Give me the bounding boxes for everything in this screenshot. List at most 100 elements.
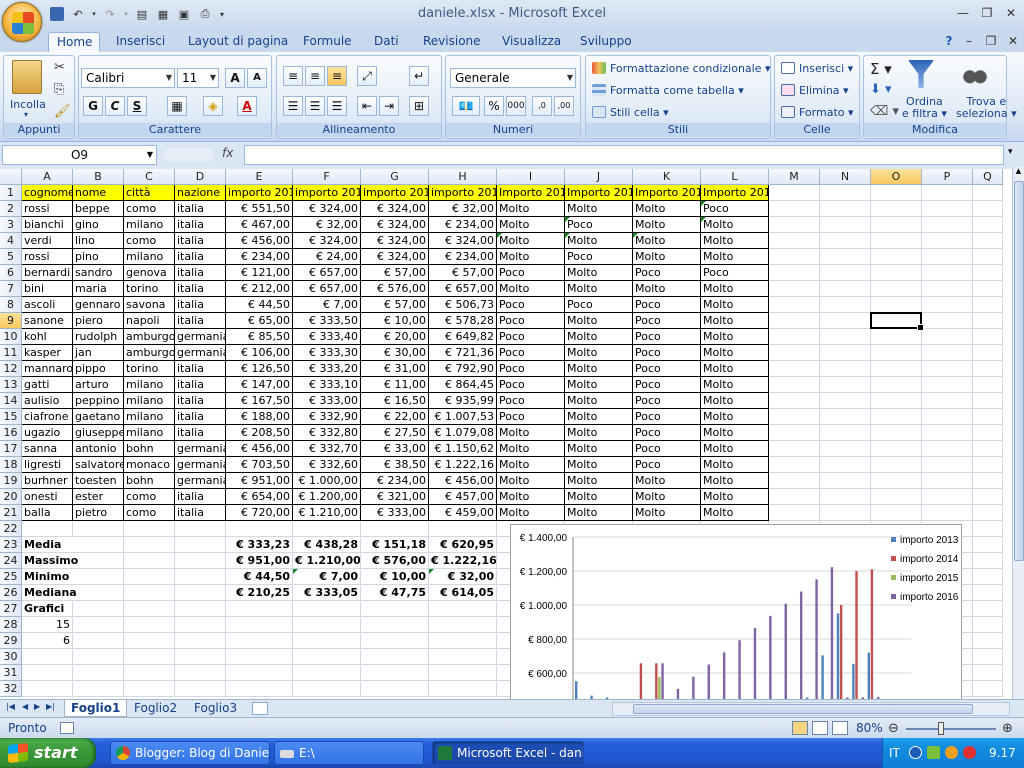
- row-header-31[interactable]: 31: [0, 665, 22, 681]
- task-blogger[interactable]: Blogger: Blog di Danie...: [110, 741, 270, 765]
- cell[interactable]: sanone: [22, 313, 73, 329]
- empty-cell[interactable]: [922, 217, 973, 233]
- row-header-21[interactable]: 21: [0, 505, 22, 521]
- cell[interactable]: Molto: [701, 489, 769, 505]
- conditional-format-button[interactable]: Formattazione condizionale ▾: [610, 62, 771, 75]
- cell[interactable]: kohl: [22, 329, 73, 345]
- cell[interactable]: € 1.007,53: [429, 409, 497, 425]
- cell[interactable]: pino: [73, 249, 124, 265]
- italic-button[interactable]: C: [105, 96, 125, 116]
- column-header-m[interactable]: M: [769, 169, 820, 185]
- zoom-slider[interactable]: [906, 728, 996, 730]
- cell[interactable]: antonio: [73, 441, 124, 457]
- cell[interactable]: Molto: [565, 313, 633, 329]
- empty-cell[interactable]: [922, 185, 973, 201]
- cell[interactable]: € 1.210,00: [293, 553, 361, 569]
- cell[interactable]: Molto: [633, 489, 701, 505]
- cell[interactable]: savona: [124, 297, 175, 313]
- empty-cell[interactable]: [973, 425, 1003, 441]
- cell[interactable]: € 121,00: [226, 265, 293, 281]
- cell[interactable]: € 30,00: [361, 345, 429, 361]
- cell[interactable]: € 324,00: [361, 233, 429, 249]
- spreadsheet-grid[interactable]: A B C D E F G H I J K L M N O P Q 1 2 3 4 5 6 7 8 9 10 11 12 13 14 15 16…: [0, 169, 1012, 699]
- empty-cell[interactable]: [922, 505, 973, 521]
- cell[interactable]: maria: [73, 281, 124, 297]
- empty-cell[interactable]: [226, 521, 293, 537]
- cell[interactable]: € 324,00: [293, 201, 361, 217]
- empty-cell[interactable]: [769, 265, 820, 281]
- cell[interactable]: € 649,82: [429, 329, 497, 345]
- empty-cell[interactable]: [820, 505, 871, 521]
- cell[interactable]: € 57,00: [361, 265, 429, 281]
- borders-icon[interactable]: ▦: [167, 96, 187, 116]
- align-center-icon[interactable]: ☰: [305, 96, 325, 116]
- empty-cell[interactable]: [429, 617, 497, 633]
- empty-cell[interactable]: [429, 665, 497, 681]
- cell[interactable]: Poco: [633, 329, 701, 345]
- cell[interactable]: € 1.210,00: [293, 505, 361, 521]
- cell[interactable]: gino: [73, 217, 124, 233]
- cell[interactable]: Molto: [497, 201, 565, 217]
- row-header-9[interactable]: 9: [0, 313, 22, 329]
- cell[interactable]: Molto: [497, 505, 565, 521]
- cell[interactable]: € 576,00: [361, 553, 429, 569]
- row-header-7[interactable]: 7: [0, 281, 22, 297]
- row-header-8[interactable]: 8: [0, 297, 22, 313]
- cell[interactable]: Poco: [497, 393, 565, 409]
- cell[interactable]: italia: [175, 249, 226, 265]
- shield-tray-icon[interactable]: [945, 746, 958, 759]
- cell[interactable]: milano: [124, 217, 175, 233]
- align-right-icon[interactable]: ☰: [327, 96, 347, 116]
- font-size-box[interactable]: 11 ▼: [177, 68, 219, 88]
- cell[interactable]: gennaro: [73, 297, 124, 313]
- empty-cell[interactable]: [922, 249, 973, 265]
- empty-cell[interactable]: [871, 249, 922, 265]
- cell[interactable]: € 578,28: [429, 313, 497, 329]
- cell[interactable]: Importo 2013: [497, 185, 565, 201]
- cell[interactable]: € 333,00: [361, 505, 429, 521]
- cell[interactable]: Molto: [565, 265, 633, 281]
- cell[interactable]: € 212,00: [226, 281, 293, 297]
- empty-cell[interactable]: [769, 505, 820, 521]
- empty-cell[interactable]: [820, 201, 871, 217]
- restore-icon[interactable]: ❐: [976, 4, 998, 22]
- fx-icon[interactable]: fx: [222, 146, 233, 160]
- cell[interactable]: Poco: [565, 249, 633, 265]
- cell[interactable]: rossi: [22, 201, 73, 217]
- row-header-28[interactable]: 28: [0, 617, 22, 633]
- cell[interactable]: Minimo: [22, 569, 124, 585]
- cell[interactable]: Molto: [565, 329, 633, 345]
- empty-cell[interactable]: [361, 649, 429, 665]
- empty-cell[interactable]: [871, 393, 922, 409]
- tab-layout[interactable]: Layout di pagina: [180, 32, 296, 52]
- cell[interactable]: € 551,50: [226, 201, 293, 217]
- empty-cell[interactable]: [820, 345, 871, 361]
- name-box[interactable]: O9 ▼: [2, 145, 157, 165]
- empty-cell[interactable]: [175, 569, 226, 585]
- cell[interactable]: Poco: [497, 409, 565, 425]
- empty-cell[interactable]: [973, 201, 1003, 217]
- cell[interactable]: Grafici: [22, 601, 73, 617]
- empty-cell[interactable]: [73, 665, 124, 681]
- normal-view-icon[interactable]: [792, 721, 808, 735]
- empty-cell[interactable]: [922, 233, 973, 249]
- empty-cell[interactable]: [973, 457, 1003, 473]
- cell[interactable]: € 332,60: [293, 457, 361, 473]
- cell[interactable]: Molto: [701, 233, 769, 249]
- cell[interactable]: € 31,00: [361, 361, 429, 377]
- cell[interactable]: € 33,00: [361, 441, 429, 457]
- task-explorer[interactable]: E:\: [274, 741, 424, 765]
- empty-cell[interactable]: [293, 617, 361, 633]
- empty-cell[interactable]: [226, 617, 293, 633]
- cell[interactable]: como: [124, 201, 175, 217]
- empty-cell[interactable]: [73, 649, 124, 665]
- empty-cell[interactable]: [871, 281, 922, 297]
- cell[interactable]: Molto: [565, 441, 633, 457]
- empty-cell[interactable]: [871, 265, 922, 281]
- cell[interactable]: € 324,00: [361, 201, 429, 217]
- cell[interactable]: € 44,50: [226, 569, 293, 585]
- format-cells-button[interactable]: Formato ▾: [799, 106, 854, 119]
- cell[interactable]: Mediana: [22, 585, 124, 601]
- empty-cell[interactable]: [973, 265, 1003, 281]
- empty-cell[interactable]: [871, 425, 922, 441]
